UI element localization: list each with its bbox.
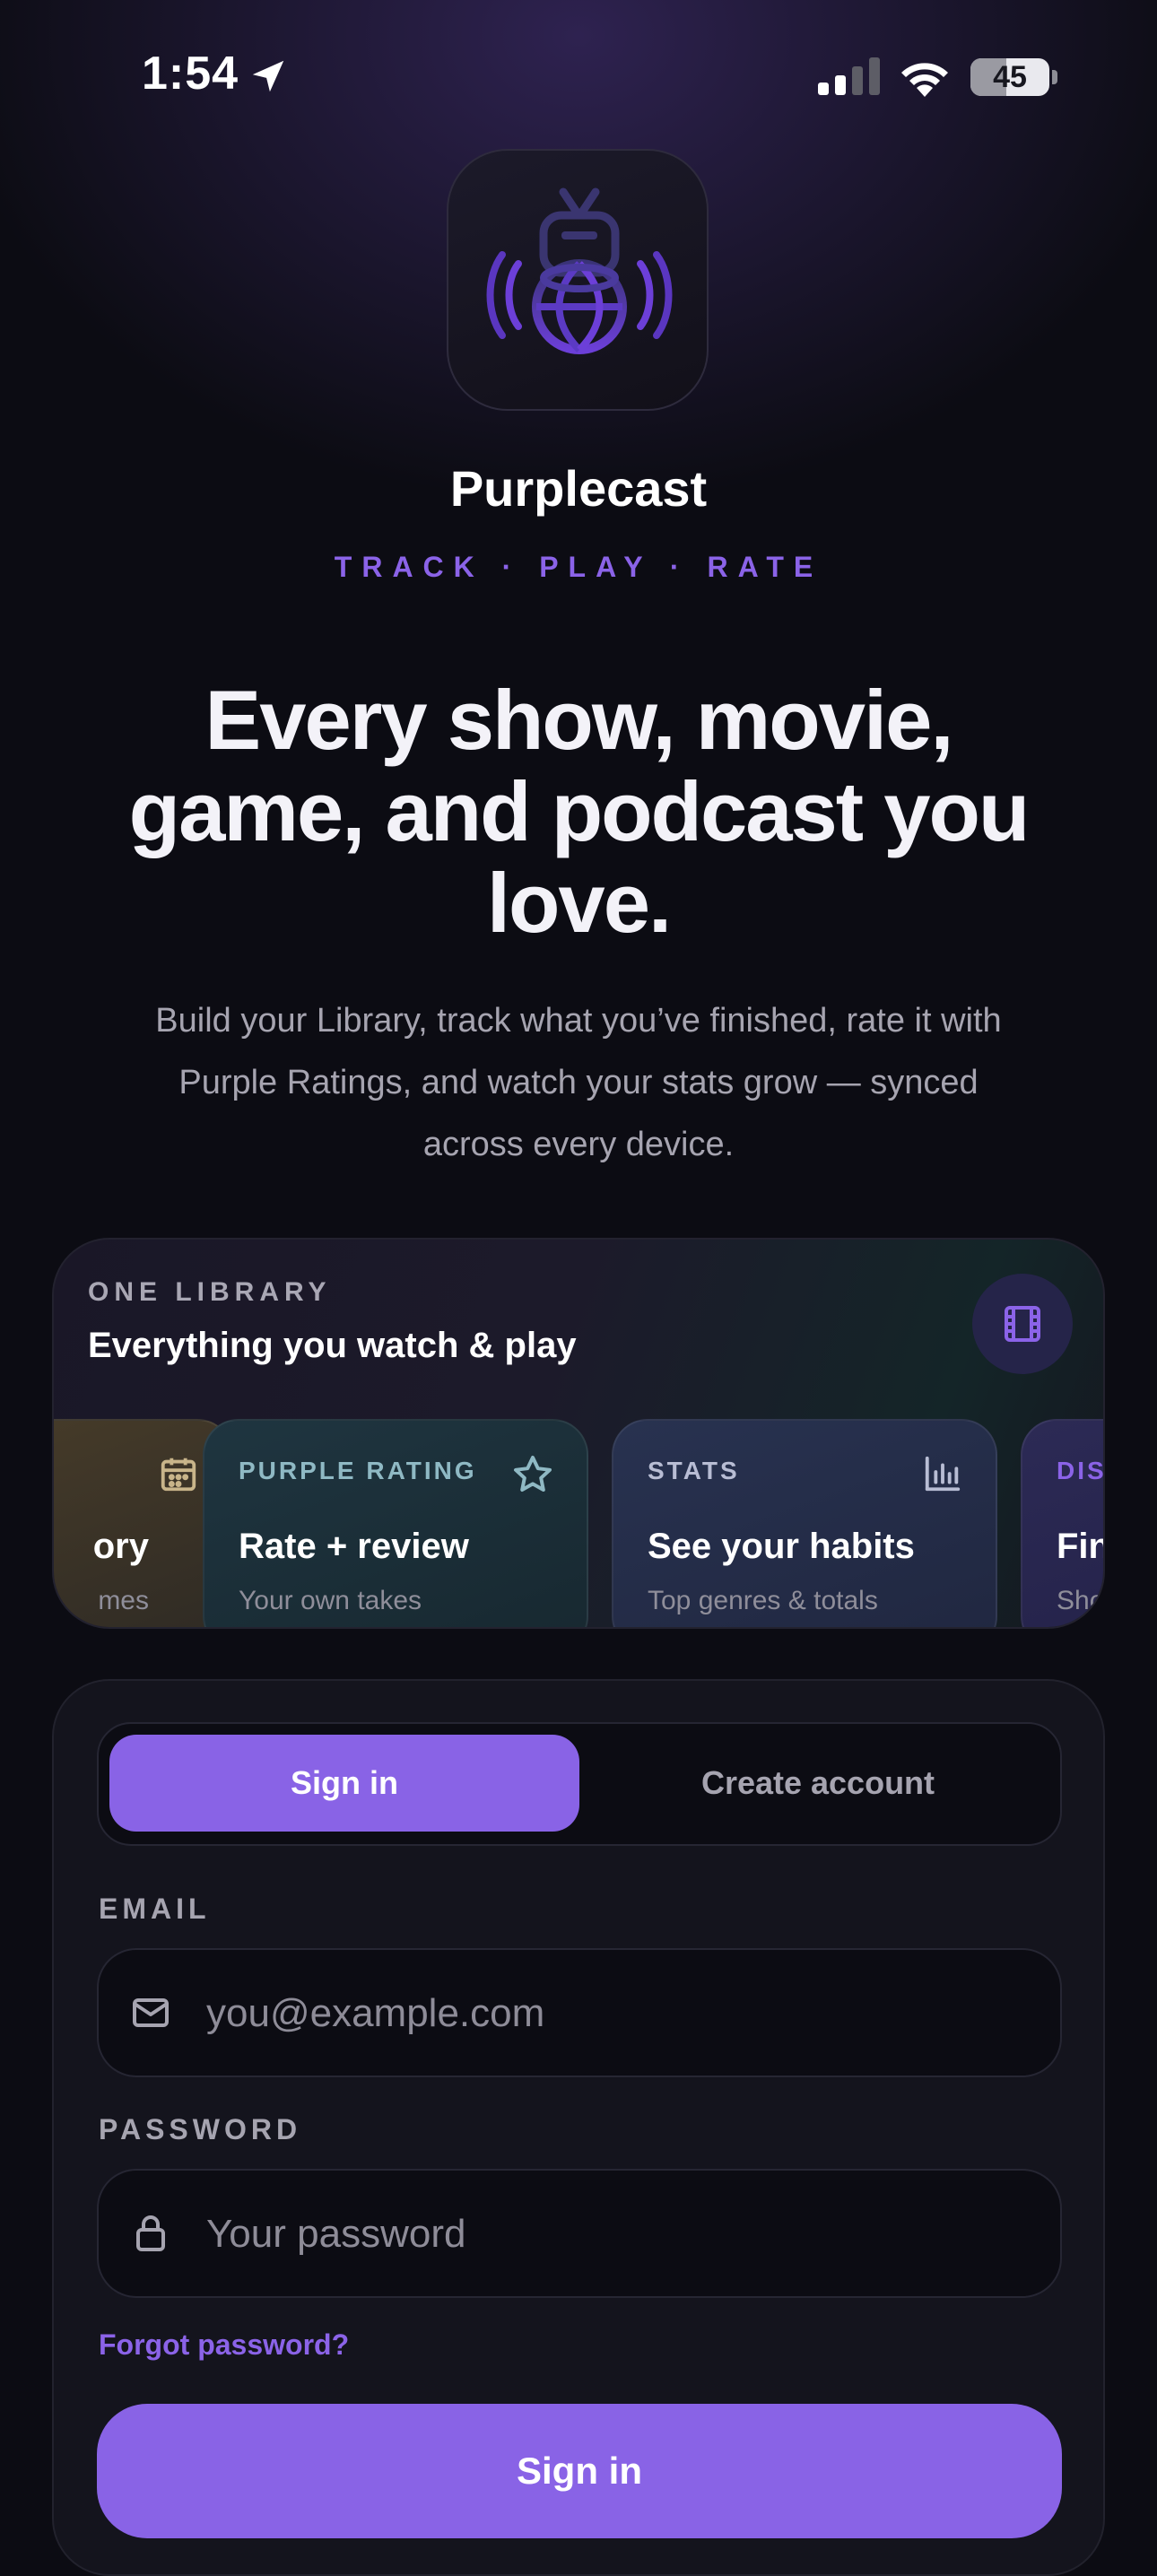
app-tagline: TRACK · PLAY · RATE [334,551,823,583]
battery-indicator: 45 [970,58,1049,96]
feature-card-label: DISC [1057,1457,1105,1484]
battery-level: 45 [993,60,1027,94]
password-field-container [97,2169,1062,2298]
hero-title: Every show, movie, game, and podcast you… [128,673,1031,950]
purplecast-logo-icon [447,149,709,411]
library-eyebrow: ONE LIBRARY [88,1277,332,1307]
feature-card-stats[interactable]: STATS See your habits Top genres & total… [612,1419,997,1627]
cellular-signal-icon [818,57,880,95]
feature-card-title: ory [92,1527,149,1566]
mail-icon [133,1998,169,2027]
feature-card-subtitle: Sho [1057,1586,1105,1615]
email-field-container [97,1948,1062,2077]
status-time: 1:54 [142,48,239,100]
feature-card-title: Rate + review [239,1527,469,1566]
feature-card-title: Fin [1057,1527,1105,1566]
feature-card-purple-rating[interactable]: PURPLE RATING Rate + review Your own tak… [203,1419,588,1627]
password-label: PASSWORD [99,2113,302,2145]
tab-create-account[interactable]: Create account [583,1735,1053,1832]
calendar-icon [161,1458,196,1492]
app-name: Purplecast [449,460,708,517]
lock-icon [136,2215,165,2251]
battery-tip [1052,70,1057,84]
forgot-password-link[interactable]: Forgot password? [99,2328,349,2362]
film-icon [1005,1306,1040,1342]
library-feature-card: ONE LIBRARY Everything you watch & play … [52,1238,1105,1629]
status-bar: 1:54 45 [0,0,1157,152]
bar-chart-icon [925,1456,961,1492]
feature-card-subtitle: mes [98,1586,149,1615]
feature-card-label: STATS [648,1457,740,1484]
auth-card: Sign in Create account EMAIL PASSWORD Fo… [52,1679,1105,2576]
wifi-icon [901,63,948,97]
email-label: EMAIL [99,1893,211,1925]
password-field[interactable] [204,2171,1033,2298]
auth-mode-toggle: Sign in Create account [97,1722,1062,1846]
feature-card-label: PURPLE RATING [239,1457,477,1484]
feature-card-subtitle: Top genres & totals [648,1586,878,1615]
feature-card-subtitle: Your own takes [239,1586,422,1615]
star-icon [514,1456,552,1492]
feature-card-discover[interactable]: DISC Fin Sho [1021,1419,1105,1627]
tab-sign-in[interactable]: Sign in [109,1735,579,1832]
location-arrow-icon [252,60,284,92]
hero-subtitle: Build your Library, track what you’ve fi… [155,1002,1002,1163]
email-field[interactable] [204,1950,1033,2077]
feature-carousel[interactable]: ory mes PURPLE RATING Rate + review Your… [54,1419,1105,1627]
film-button[interactable] [972,1274,1073,1374]
feature-card-title: See your habits [648,1527,915,1566]
library-title: Everything you watch & play [88,1326,577,1365]
sign-in-button[interactable]: Sign in [97,2404,1062,2538]
